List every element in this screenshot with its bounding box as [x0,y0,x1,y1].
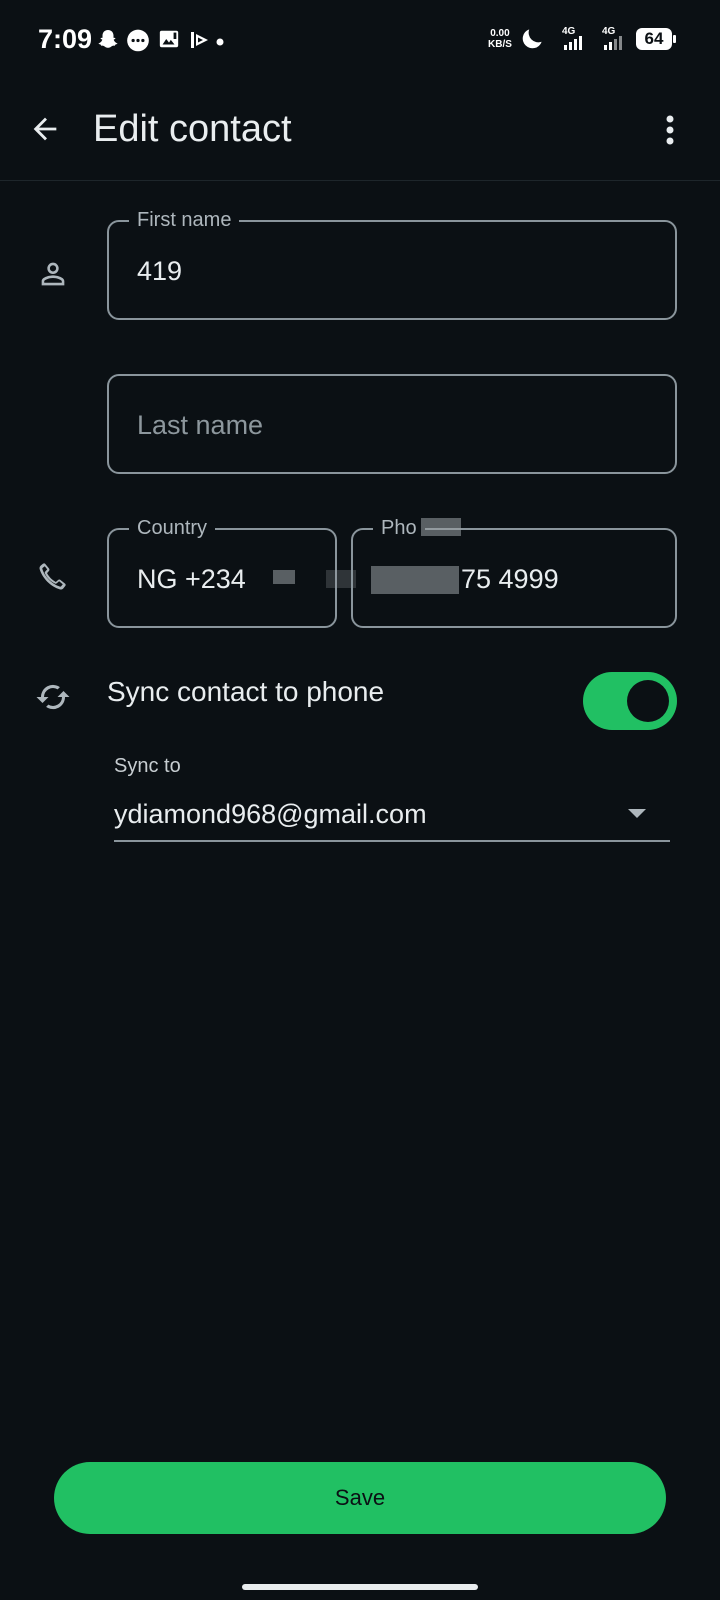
first-name-field[interactable]: First name 419 [107,207,677,320]
save-button-label: Save [334,1485,386,1510]
sync-contact-label: Sync contact to phone [107,676,385,707]
battery-tip [673,35,676,43]
home-indicator[interactable] [242,1584,478,1590]
back-arrow-icon [33,117,57,141]
person-icon [33,254,73,294]
last-name-field[interactable]: Last name [107,374,677,474]
messages-icon [125,28,151,59]
country-field[interactable]: Country NG +234 [107,515,337,628]
country-value: NG +234 [137,564,246,594]
edit-contact-screen: 7:09 0.00 KB/S 4G 4G 64 Edit contact Fir… [0,0,720,1600]
redaction-blur [371,566,459,594]
toggle-knob [627,680,669,722]
sync-icon [33,677,73,717]
phone-label: Pho [373,515,425,541]
back-button[interactable] [22,106,68,152]
cast-icon [188,28,212,57]
battery-level: 64 [644,29,664,48]
phone-field[interactable]: Pho 75 4999 [351,515,677,628]
country-label: Country [129,515,216,541]
redaction-blur [273,570,295,584]
redaction-blur [421,518,461,536]
last-name-placeholder: Last name [137,410,264,440]
sync-account-value: ydiamond968@gmail.com [114,799,427,829]
moon-icon [520,25,546,56]
dot-icon [215,34,225,52]
battery-icon: 64 [636,28,672,50]
sync-to-label: Sync to [114,755,181,777]
more-vert-icon [666,115,674,145]
signal-icon [602,36,626,55]
snapchat-icon [96,28,120,57]
first-name-value: 419 [137,256,183,286]
sync-account-dropdown[interactable]: ydiamond968@gmail.com [114,795,670,842]
status-time: 7:09 [38,24,93,54]
network-speed-value: 0.00 [490,28,510,39]
dropdown-arrow-icon [628,809,646,818]
first-name-label: First name [129,207,240,233]
network-speed: 0.00 KB/S [488,28,512,50]
sync-toggle[interactable] [583,672,677,730]
network-speed-unit: KB/S [488,39,512,50]
page-title: Edit contact [93,108,292,150]
gallery-icon [158,28,180,55]
phone-icon [33,556,73,596]
status-bar: 7:09 0.00 KB/S 4G 4G 64 [0,0,720,82]
more-options-button[interactable] [658,108,682,152]
signal-icon [562,36,586,55]
app-bar: Edit contact [0,82,720,181]
phone-value: 75 4999 [461,564,559,594]
save-button[interactable]: Save [54,1462,666,1534]
